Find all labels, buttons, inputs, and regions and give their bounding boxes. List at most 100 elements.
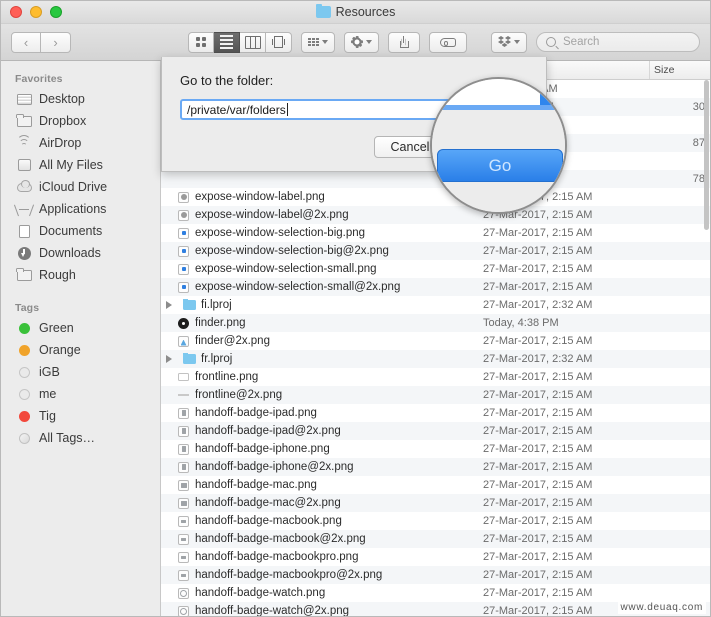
table-row[interactable]: expose-window-selection-small.png 27-Mar-… (161, 260, 710, 278)
folder-icon (183, 298, 196, 312)
back-button[interactable]: ‹ (11, 31, 41, 53)
sidebar-item-airdrop[interactable]: AirDrop (1, 132, 160, 154)
size-cell: 78 (692, 173, 705, 185)
file-name-label: frontline.png (195, 371, 259, 383)
file-name-label: expose-window-label.png (195, 191, 325, 203)
folder-path-value: /private/var/folders (187, 102, 286, 117)
table-row[interactable]: handoff-badge-mac@2x.png 27-Mar-2017, 2:1… (161, 494, 710, 512)
sidebar-item-downloads[interactable]: Downloads (1, 242, 160, 264)
date-modified-cell: 27-Mar-2017, 2:15 AM (483, 461, 593, 473)
sidebar-item-all-my-files[interactable]: All My Files (1, 154, 160, 176)
forward-button[interactable]: › (41, 31, 71, 53)
table-row[interactable]: handoff-badge-macbookpro@2x.png 27-Mar-20… (161, 566, 710, 584)
table-row[interactable]: expose-window-selection-small@2x.png 27-M… (161, 278, 710, 296)
table-row[interactable]: handoff-badge-mac.png 27-Mar-2017, 2:15 A… (161, 476, 710, 494)
column-view-button[interactable] (240, 31, 266, 53)
file-name-label: handoff-badge-iphone.png (195, 443, 330, 455)
table-row[interactable]: expose-window-selection-big@2x.png 27-Mar… (161, 242, 710, 260)
file-name-label: expose-window-selection-small.png (195, 263, 377, 275)
png-file-icon (177, 497, 190, 510)
file-name-cell: frontline@2x.png (161, 389, 479, 402)
titlebar: Resources (1, 1, 710, 24)
dropbox-button[interactable] (491, 31, 527, 53)
grid-icon (196, 37, 206, 47)
toolbar: ‹ › Search (1, 24, 710, 61)
date-modified-cell: 27-Mar-2017, 2:15 AM (483, 497, 593, 509)
folder-icon (16, 113, 32, 128)
sidebar-item-icloud-drive[interactable]: iCloud Drive (1, 176, 160, 198)
file-name-label: frontline@2x.png (195, 389, 283, 401)
sidebar-item-dropbox[interactable]: Dropbox (1, 110, 160, 132)
png-file-icon (177, 443, 190, 456)
table-row[interactable]: expose-window-selection-big.png 27-Mar-20… (161, 224, 710, 242)
sidebar-item-documents[interactable]: Documents (1, 220, 160, 242)
sidebar-item-tag-me[interactable]: me (1, 383, 160, 405)
png-file-icon (177, 245, 190, 258)
table-row[interactable]: finder@2x.png 27-Mar-2017, 2:15 AM (161, 332, 710, 350)
table-row[interactable]: handoff-badge-iphone@2x.png 27-Mar-2017, … (161, 458, 710, 476)
sidebar-item-label: Desktop (39, 92, 85, 106)
tag-dot-icon (16, 387, 32, 401)
table-row[interactable]: handoff-badge-macbook.png 27-Mar-2017, 2:… (161, 512, 710, 530)
sidebar-item-tag-tig[interactable]: Tig (1, 405, 160, 427)
table-row[interactable]: finder.png Today, 4:38 PM (161, 314, 710, 332)
share-button[interactable] (388, 31, 420, 53)
sidebar-item-tag-igb[interactable]: iGB (1, 361, 160, 383)
png-file-icon (177, 551, 190, 564)
list-view-button[interactable] (214, 31, 240, 53)
table-row[interactable]: frontline.png 27-Mar-2017, 2:15 AM (161, 368, 710, 386)
table-row[interactable]: handoff-badge-ipad.png 27-Mar-2017, 2:15 … (161, 404, 710, 422)
table-row[interactable]: handoff-badge-macbook@2x.png 27-Mar-2017,… (161, 530, 710, 548)
magnified-go-button[interactable]: Go (437, 149, 563, 182)
table-row[interactable]: handoff-badge-watch.png 27-Mar-2017, 2:15… (161, 584, 710, 602)
arrange-button[interactable] (301, 31, 335, 53)
sidebar-item-all-tags[interactable]: All Tags… (1, 427, 160, 449)
tags-button[interactable] (429, 31, 467, 53)
sidebar-item-label: me (39, 387, 57, 401)
file-name-label: handoff-badge-iphone@2x.png (195, 461, 354, 473)
png-file-icon (177, 479, 190, 492)
sidebar-item-desktop[interactable]: Desktop (1, 88, 160, 110)
size-cell: 30 (692, 101, 705, 113)
action-button[interactable] (344, 31, 379, 53)
window-title: Resources (335, 5, 396, 19)
sidebar-item-tag-green[interactable]: Green (1, 317, 160, 339)
search-input[interactable]: Search (536, 32, 700, 52)
sidebar-item-label: Applications (39, 202, 107, 216)
file-name-label: handoff-badge-macbookpro.png (195, 551, 359, 563)
tag-dot-icon (16, 343, 32, 357)
file-name-label: fr.lproj (201, 353, 233, 365)
table-row[interactable]: handoff-badge-ipad@2x.png 27-Mar-2017, 2:… (161, 422, 710, 440)
column-header-size[interactable]: Size (649, 61, 709, 79)
png-file-icon (177, 209, 190, 222)
sidebar-item-tag-orange[interactable]: Orange (1, 339, 160, 361)
disclosure-triangle-icon[interactable] (166, 355, 179, 363)
sidebar-item-label: All Tags… (39, 431, 96, 445)
chevron-down-icon (514, 40, 520, 44)
table-row[interactable]: fi.lproj 27-Mar-2017, 2:32 AM (161, 296, 710, 314)
disclosure-triangle-icon[interactable] (166, 301, 179, 309)
png-file-icon (177, 191, 190, 204)
search-placeholder: Search (563, 36, 600, 48)
window-title-group: Resources (1, 1, 710, 23)
table-row[interactable]: frontline@2x.png 27-Mar-2017, 2:15 AM (161, 386, 710, 404)
png-file-icon (177, 389, 190, 402)
file-name-cell: fi.lproj (161, 298, 479, 312)
table-row[interactable]: fr.lproj 27-Mar-2017, 2:32 AM (161, 350, 710, 368)
coverflow-icon (271, 36, 286, 48)
table-row[interactable]: handoff-badge-iphone.png 27-Mar-2017, 2:1… (161, 440, 710, 458)
vertical-scrollbar[interactable] (704, 80, 709, 613)
sidebar-item-applications[interactable]: Applications (1, 198, 160, 220)
coverflow-view-button[interactable] (266, 31, 292, 53)
file-name-label: expose-window-selection-big.png (195, 227, 366, 239)
png-file-icon (177, 515, 190, 528)
icon-view-button[interactable] (188, 31, 214, 53)
table-row[interactable]: handoff-badge-macbookpro.png 27-Mar-2017,… (161, 548, 710, 566)
sidebar-item-rough[interactable]: Rough (1, 264, 160, 286)
date-modified-cell: 27-Mar-2017, 2:15 AM (483, 407, 593, 419)
